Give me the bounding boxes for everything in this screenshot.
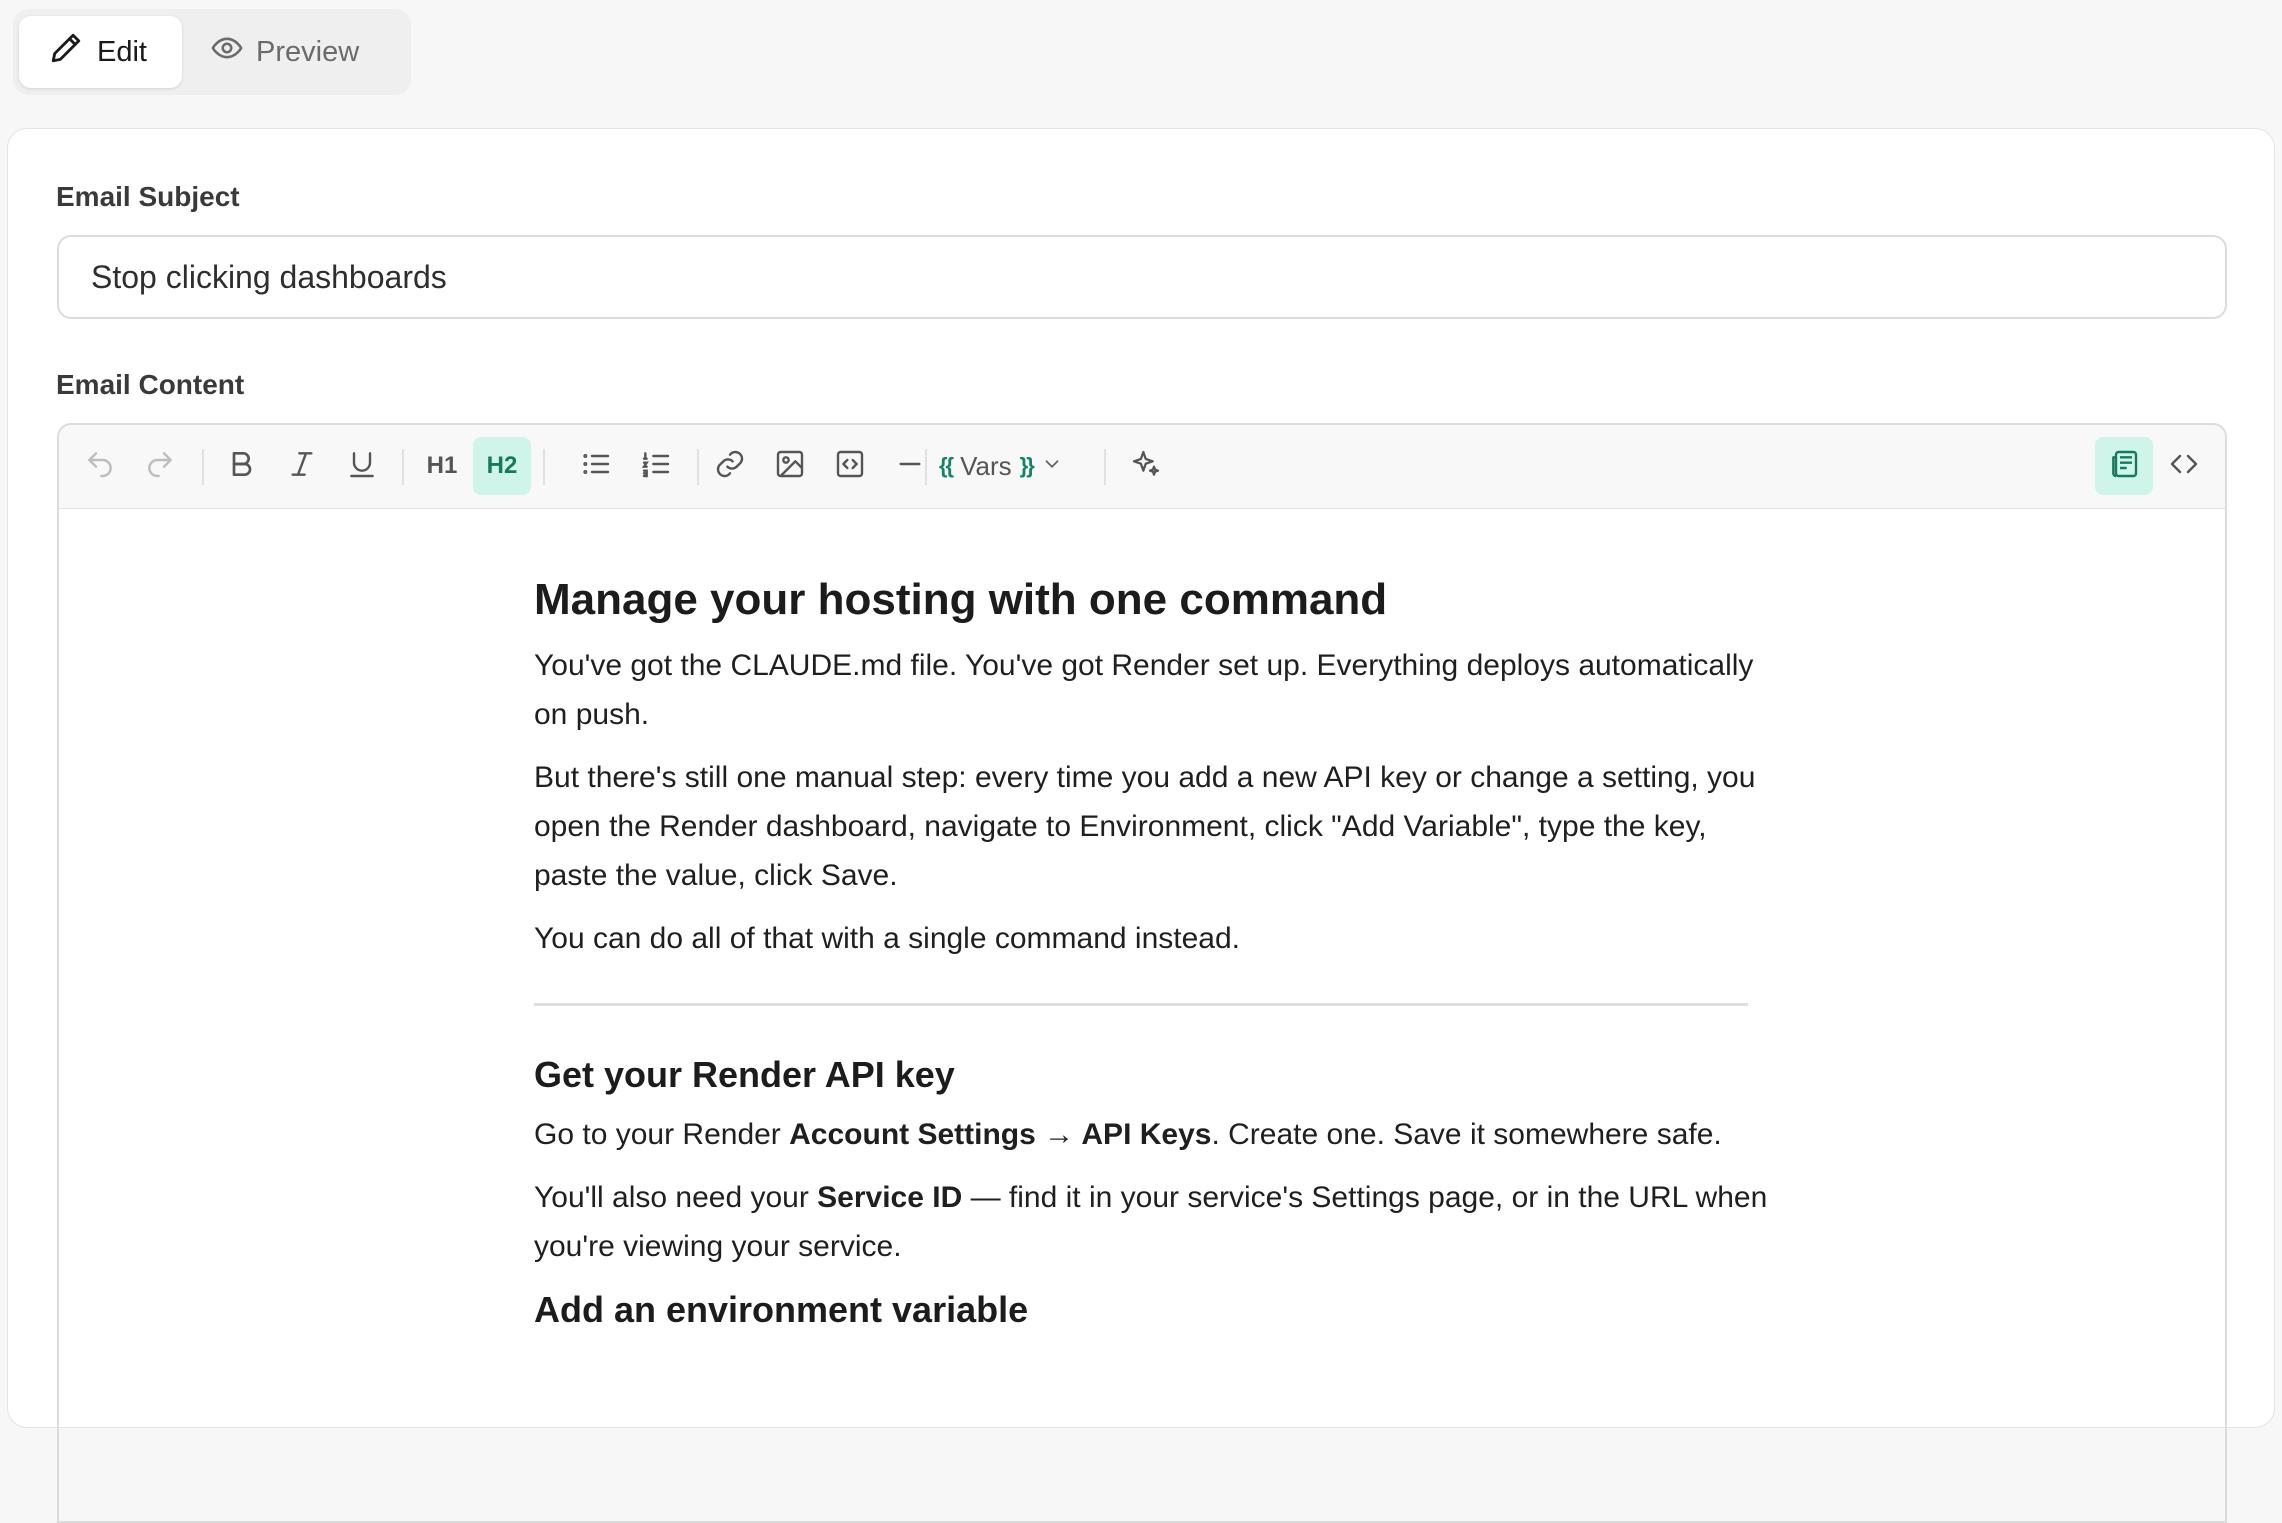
bold-button[interactable] [213,437,271,495]
link-button[interactable] [701,437,759,495]
link-icon [714,448,746,485]
arrow-text: → [1035,1118,1082,1151]
undo-icon [84,448,116,485]
code-view-icon [2168,448,2200,485]
vars-dropdown[interactable]: {{ Vars }} [939,437,1063,495]
heading1-button[interactable]: H1 [413,437,471,495]
chevron-down-icon [1041,451,1063,482]
tab-preview[interactable]: Preview [182,16,402,88]
email-subject-label: Email Subject [56,181,240,212]
bullet-list-button[interactable] [567,437,625,495]
redo-icon [144,448,176,485]
ai-sparkle-icon [1130,448,1162,485]
toolbar-divider [202,449,204,485]
toolbar-divider [925,449,927,485]
horizontal-rule [534,1003,1748,1006]
redo-button[interactable] [131,437,189,495]
toolbar-divider [1104,449,1106,485]
tab-preview-label: Preview [256,35,360,68]
email-subject-input[interactable] [57,235,2227,319]
underline-button[interactable] [333,437,391,495]
code-view-button[interactable] [2155,437,2213,495]
bold-icon [226,448,258,485]
underline-icon [346,448,378,485]
edit-preview-tabs: Edit Preview [13,9,411,95]
toolbar-divider [402,449,404,485]
text-run: You'll also need your [534,1181,818,1214]
email-content-label: Email Content [56,369,245,400]
heading2-button[interactable]: H2 [473,437,531,495]
content-heading-1: Manage your hosting with one command [534,575,1388,624]
italic-button[interactable] [273,437,331,495]
horizontal-rule-icon [894,448,926,485]
vars-open-brace: {{ [939,453,954,478]
eye-icon [210,31,244,73]
paragraph: You can do all of that with a single com… [534,922,1240,955]
email-form-card: Email Subject Email Content H1 H2 [7,128,2275,1523]
undo-button[interactable] [71,437,129,495]
bold-text: Account Settings [789,1118,1036,1151]
italic-icon [286,448,318,485]
toolbar-divider [697,449,699,485]
paragraph: But there's still one manual step: every… [534,761,1756,892]
ordered-list-button[interactable] [627,437,685,495]
toolbar-divider [543,449,545,485]
bold-text: API Keys [1081,1118,1212,1151]
bullet-list-icon [580,448,612,485]
image-icon [774,448,806,485]
paragraph: You've got the CLAUDE.md file. You've go… [534,649,1754,731]
editor-toolbar: H1 H2 {{ Vars}} [59,425,2225,509]
ordered-list-icon [640,448,672,485]
vars-label: Vars [960,450,1012,481]
document-layout-button[interactable] [2095,437,2153,495]
content-heading-2: Add an environment variable [534,1289,1029,1330]
image-button[interactable] [761,437,819,495]
embed-button[interactable] [821,437,879,495]
text-run: . Create one. Save it somewhere safe. [1211,1118,1722,1151]
vars-close-brace: }} [1019,453,1035,478]
tab-edit[interactable]: Edit [19,16,182,88]
ai-assist-button[interactable] [1117,437,1175,495]
tab-edit-label: Edit [97,35,147,68]
editor-content[interactable]: Manage your hosting with one command You… [534,569,1774,1345]
paragraph: Go to your Render Account Settings → API… [534,1110,1774,1159]
document-layout-icon [2108,448,2140,485]
text-run: Go to your Render [534,1118,790,1151]
content-heading-2: Get your Render API key [534,1054,955,1095]
paragraph: You'll also need your Service ID — find … [534,1173,1774,1271]
pencil-icon [49,31,83,73]
horizontal-rule-button[interactable] [881,437,939,495]
bold-text: Service ID [817,1181,963,1214]
embed-icon [834,448,866,485]
rich-text-editor: H1 H2 {{ Vars}} Manage your hosting wit… [57,423,2227,1523]
